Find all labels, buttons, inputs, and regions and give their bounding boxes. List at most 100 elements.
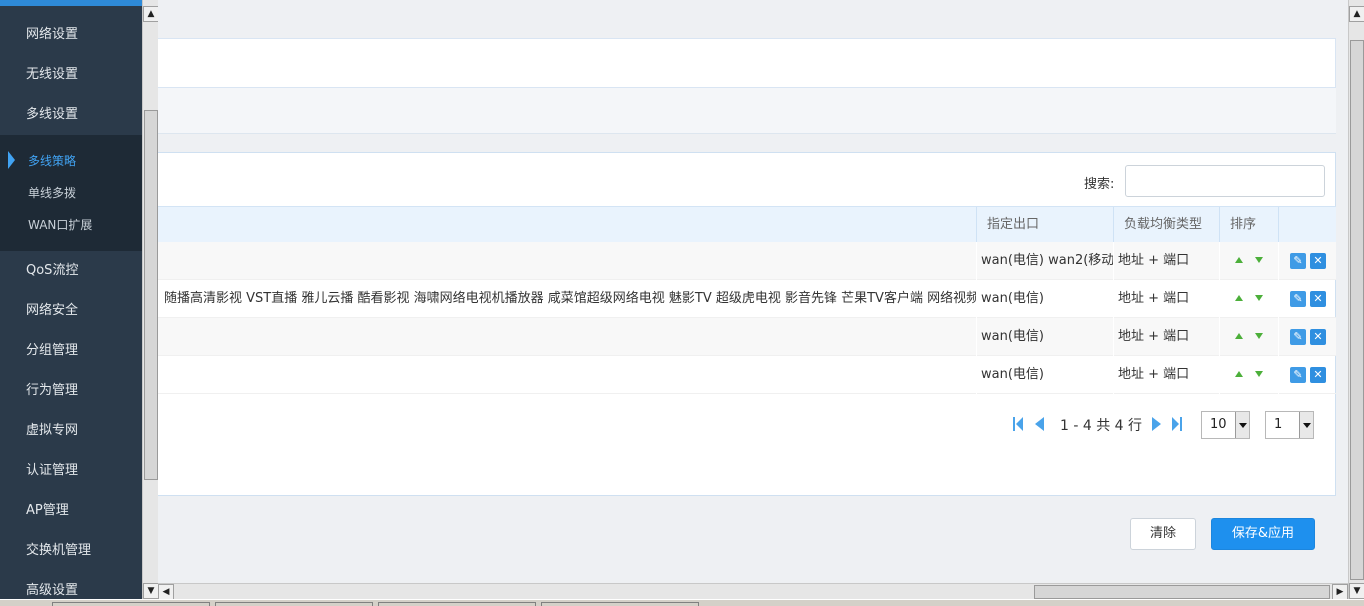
sidebar-item-switch[interactable]: 交换机管理 — [0, 531, 142, 571]
row-exit: wan(电信) — [976, 318, 1113, 356]
last-page-icon[interactable] — [1172, 417, 1179, 431]
row-order — [1219, 242, 1278, 280]
row-ops: ✎ ✕ — [1278, 318, 1336, 356]
chevron-down-icon[interactable] — [1299, 412, 1313, 438]
first-page-bar — [1013, 417, 1015, 431]
sidebar-item-auth[interactable]: 认证管理 — [0, 451, 142, 491]
page-size-value: 10 — [1210, 417, 1227, 432]
sidebar-scrollbar[interactable]: ▲ ▼ — [142, 0, 159, 599]
col-header-exit[interactable]: 指定出口 — [976, 207, 1113, 243]
row-content — [158, 318, 976, 356]
row-content: 随播高清影视 VST直播 雅儿云播 酷看影视 海啸网络电视机播放器 咸菜馆超级网… — [164, 291, 976, 306]
active-indicator-icon — [8, 151, 15, 169]
edit-icon[interactable]: ✎ — [1290, 329, 1306, 345]
sidebar-subitem-multiline-policy[interactable]: 多线策略 — [0, 145, 142, 177]
move-up-icon[interactable] — [1235, 371, 1243, 377]
clear-button[interactable]: 清除 — [1130, 518, 1196, 550]
sidebar-item-multiline[interactable]: 多线设置 — [0, 95, 142, 135]
sidebar-subitem-single-line-multidial[interactable]: 单线多拨 — [0, 177, 142, 209]
pager-summary: 1 - 4 共 4 行 — [1060, 418, 1143, 434]
main-content: 搜索: 指定出口 负载均衡类型 排序 wan(电信) wan2(移动) 地址 +… — [158, 6, 1348, 583]
main-vertical-scrollbar[interactable]: ▲ ▼ — [1348, 0, 1364, 599]
edit-icon[interactable]: ✎ — [1290, 253, 1306, 269]
row-exit: wan(电信) — [976, 356, 1113, 394]
row-order — [1219, 318, 1278, 356]
row-order — [1219, 280, 1278, 318]
row-lb-type: 地址 + 端口 — [1113, 280, 1219, 318]
sidebar-item-groups[interactable]: 分组管理 — [0, 331, 142, 371]
table-row: wan(电信) wan2(移动) 地址 + 端口 ✎ ✕ — [158, 242, 1336, 280]
sidebar-item-wireless[interactable]: 无线设置 — [0, 55, 142, 95]
toolbar-panel — [158, 88, 1336, 134]
sidebar-item-vpn[interactable]: 虚拟专网 — [0, 411, 142, 451]
row-lb-type: 地址 + 端口 — [1113, 356, 1219, 394]
sidebar-item-advanced[interactable]: 高级设置 — [0, 571, 142, 599]
move-up-icon[interactable] — [1235, 333, 1243, 339]
next-page-icon[interactable] — [1152, 417, 1161, 431]
page-number-select[interactable]: 1 — [1265, 411, 1314, 439]
scroll-down-icon[interactable]: ▼ — [1349, 583, 1364, 599]
taskbar-tab[interactable] — [52, 602, 210, 606]
row-order — [1219, 356, 1278, 394]
table-row: wan(电信) 地址 + 端口 ✎ ✕ — [158, 318, 1336, 356]
table-header: 指定出口 负载均衡类型 排序 — [158, 206, 1336, 243]
search-input[interactable] — [1125, 165, 1325, 197]
move-up-icon[interactable] — [1235, 257, 1243, 263]
sidebar-scroll-thumb[interactable] — [144, 110, 158, 480]
row-content — [158, 356, 976, 394]
sidebar-item-qos[interactable]: QoS流控 — [0, 251, 142, 291]
page-size-select[interactable]: 10 — [1201, 411, 1250, 439]
delete-icon[interactable]: ✕ — [1310, 367, 1326, 383]
col-header-order[interactable]: 排序 — [1219, 207, 1278, 243]
delete-icon[interactable]: ✕ — [1310, 291, 1326, 307]
main-horizontal-scrollbar[interactable]: ◀ ▶ — [158, 583, 1348, 600]
last-page-bar — [1180, 417, 1182, 431]
taskbar-tab[interactable] — [215, 602, 373, 606]
move-down-icon[interactable] — [1255, 371, 1263, 377]
row-exit: wan(电信) — [976, 280, 1113, 318]
move-down-icon[interactable] — [1255, 333, 1263, 339]
taskbar-tab[interactable] — [378, 602, 536, 606]
scroll-up-icon[interactable]: ▲ — [143, 6, 159, 22]
horizontal-scroll-thumb[interactable] — [1034, 585, 1330, 599]
scroll-up-icon[interactable]: ▲ — [1349, 6, 1364, 22]
sidebar: 网络设置 无线设置 多线设置 多线策略 单线多拨 WAN口扩展 QoS流控 网络… — [0, 0, 142, 599]
move-down-icon[interactable] — [1255, 295, 1263, 301]
row-lb-type: 地址 + 端口 — [1113, 318, 1219, 356]
pagination: 1 - 4 共 4 行 10 1 — [158, 409, 1336, 439]
taskbar — [0, 599, 1364, 606]
first-page-icon[interactable] — [1016, 417, 1023, 431]
chevron-down-icon[interactable] — [1235, 412, 1249, 438]
policy-table-panel: 搜索: 指定出口 负载均衡类型 排序 wan(电信) wan2(移动) 地址 +… — [158, 152, 1336, 496]
row-exit: wan(电信) wan2(移动) — [976, 242, 1113, 280]
edit-icon[interactable]: ✎ — [1290, 291, 1306, 307]
row-ops: ✎ ✕ — [1278, 242, 1336, 280]
row-ops: ✎ ✕ — [1278, 356, 1336, 394]
sidebar-subitem-wan-expand[interactable]: WAN口扩展 — [0, 209, 142, 241]
main-scroll-thumb[interactable] — [1350, 40, 1364, 580]
col-header-ops — [1278, 207, 1336, 243]
search-label: 搜索: — [1084, 177, 1115, 192]
sidebar-item-ap[interactable]: AP管理 — [0, 491, 142, 531]
scroll-left-icon[interactable]: ◀ — [158, 584, 174, 600]
prev-page-icon[interactable] — [1035, 417, 1044, 431]
delete-icon[interactable]: ✕ — [1310, 329, 1326, 345]
save-apply-button[interactable]: 保存&应用 — [1211, 518, 1315, 550]
table-row: wan(电信) 地址 + 端口 ✎ ✕ — [158, 356, 1336, 394]
sidebar-top-accent — [0, 0, 142, 6]
taskbar-tab[interactable] — [541, 602, 699, 606]
header-panel — [158, 38, 1336, 88]
scroll-right-icon[interactable]: ▶ — [1332, 584, 1348, 600]
move-down-icon[interactable] — [1255, 257, 1263, 263]
row-lb-type: 地址 + 端口 — [1113, 242, 1219, 280]
scroll-down-icon[interactable]: ▼ — [143, 583, 159, 599]
row-ops: ✎ ✕ — [1278, 280, 1336, 318]
col-header-lb-type[interactable]: 负载均衡类型 — [1113, 207, 1219, 243]
table-row: 随播高清影视 VST直播 雅儿云播 酷看影视 海啸网络电视机播放器 咸菜馆超级网… — [158, 280, 1336, 318]
sidebar-item-behavior[interactable]: 行为管理 — [0, 371, 142, 411]
sidebar-item-network[interactable]: 网络设置 — [0, 15, 142, 55]
edit-icon[interactable]: ✎ — [1290, 367, 1306, 383]
sidebar-item-security[interactable]: 网络安全 — [0, 291, 142, 331]
delete-icon[interactable]: ✕ — [1310, 253, 1326, 269]
move-up-icon[interactable] — [1235, 295, 1243, 301]
